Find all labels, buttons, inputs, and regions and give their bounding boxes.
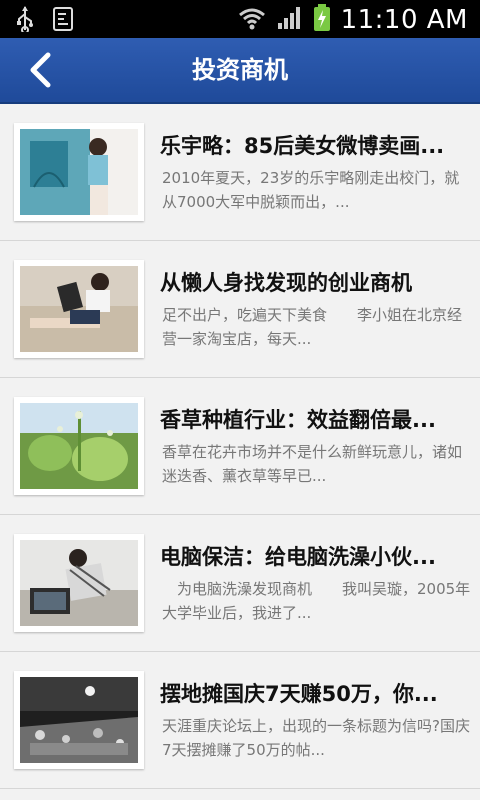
debug-icon (52, 6, 76, 36)
usb-icon (16, 6, 34, 36)
list-item[interactable]: 摆地摊国庆7天赚50万，你... 天涯重庆论坛上，出现的一条标题为信吗?国庆7天… (0, 652, 480, 789)
page-title: 投资商机 (192, 56, 288, 84)
article-thumbnail (14, 123, 144, 221)
article-thumbnail (14, 260, 144, 358)
article-summary: 2010年夏天，23岁的乐宇略刚走出校门，就从7000大军中脱颖而出，... (162, 169, 460, 211)
article-thumbnail (14, 671, 144, 769)
article-title: 电脑保洁：给电脑洗澡小伙... (160, 545, 436, 569)
app-header: 投资商机 (0, 38, 480, 104)
clock-text: 11:10 AM (340, 5, 468, 35)
wifi-icon (237, 6, 267, 34)
status-bar: 11:10 AM (0, 0, 480, 38)
article-thumbnail (14, 534, 144, 632)
article-title: 乐宇略：85后美女微博卖画... (160, 134, 445, 158)
article-summary: 天涯重庆论坛上，出现的一条标题为信吗?国庆7天摆摊赚了50万的帖... (162, 717, 470, 759)
article-list: 乐宇略：85后美女微博卖画... 2010年夏天，23岁的乐宇略刚走出校门，就从… (0, 104, 480, 789)
list-item[interactable]: 从懒人身找发现的创业商机 足不出户，吃遍天下美食 李小姐在北京经营一家淘宝店，每… (0, 241, 480, 378)
battery-charging-icon (313, 4, 331, 36)
article-summary: 为电脑洗澡发现商机 我叫吴璇，2005年大学毕业后，我进了... (162, 580, 471, 622)
article-title: 摆地摊国庆7天赚50万，你... (160, 682, 438, 706)
article-thumbnail (14, 397, 144, 495)
article-title: 从懒人身找发现的创业商机 (160, 271, 412, 295)
article-title: 香草种植行业：效益翻倍最... (160, 408, 436, 432)
signal-icon (277, 6, 303, 34)
list-item[interactable]: 电脑保洁：给电脑洗澡小伙... 为电脑洗澡发现商机 我叫吴璇，2005年大学毕业… (0, 515, 480, 652)
article-summary: 足不出户，吃遍天下美食 李小姐在北京经营一家淘宝店，每天... (162, 306, 463, 348)
list-item[interactable]: 乐宇略：85后美女微博卖画... 2010年夏天，23岁的乐宇略刚走出校门，就从… (0, 104, 480, 241)
article-summary: 香草在花卉市场并不是什么新鲜玩意儿，诸如迷迭香、薰衣草等早已... (162, 443, 463, 485)
list-item[interactable]: 香草种植行业：效益翻倍最... 香草在花卉市场并不是什么新鲜玩意儿，诸如迷迭香、… (0, 378, 480, 515)
